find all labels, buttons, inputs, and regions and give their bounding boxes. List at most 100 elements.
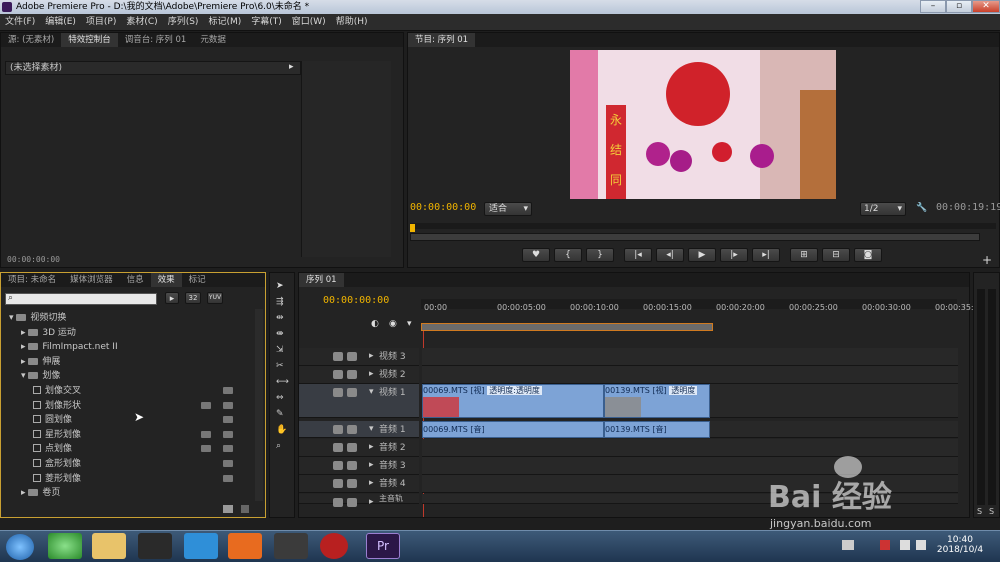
chevron-right-icon[interactable]: ▸ [369,478,374,488]
chevron-right-icon[interactable]: ▸ [369,442,374,452]
track-lane[interactable] [422,366,958,384]
tab-media-browser[interactable]: 媒体浏览器 [63,273,120,287]
tree-scrollbar[interactable] [255,309,263,501]
video-clip-00069[interactable]: 00069.MTS [视] 透明度:透明度 [422,384,604,418]
hand-tool-icon[interactable]: ✋ [276,425,287,435]
speaker-icon[interactable] [333,498,343,507]
speaker-icon[interactable] [333,461,343,470]
video-clip-00139[interactable]: 00139.MTS [视] 透明度 [604,384,710,418]
add-button-icon[interactable]: + [982,253,992,267]
speaker-icon[interactable] [333,443,343,452]
playhead-marker-icon[interactable] [410,224,415,232]
selection-tool-icon[interactable]: ➤ [276,281,284,291]
chevron-down-icon[interactable]: ▾ [21,371,28,381]
tab-metadata[interactable]: 元数据 [193,33,233,47]
tab-effect-controls[interactable]: 特效控制台 [61,33,118,47]
track-lock-icon[interactable] [347,388,357,397]
video-track-header[interactable]: ▸ 视频 3 [299,348,419,366]
menu-clip[interactable]: 素材(C) [121,14,162,31]
chevron-right-icon[interactable]: ▸ [21,357,28,367]
menu-file[interactable]: 文件(F) [0,14,40,31]
menu-help[interactable]: 帮助(H) [331,14,373,31]
tab-markers[interactable]: 标记 [182,273,213,287]
premiere-taskbar-icon[interactable]: Pr [366,533,400,559]
track-lock-icon[interactable] [347,425,357,434]
extract-button[interactable]: ⊟ [822,248,850,262]
trash-icon[interactable] [241,505,249,513]
volume-tray-icon[interactable] [916,540,926,550]
tab-effects[interactable]: 效果 [150,273,182,287]
menu-edit[interactable]: 编辑(E) [40,14,81,31]
play-button[interactable]: ▶ [688,248,716,262]
file-explorer-taskbar-icon[interactable] [92,533,126,559]
rate-stretch-tool-icon[interactable]: ⇲ [276,345,284,355]
audio-track-header[interactable]: ▸ 音频 3 [299,457,419,475]
video-track-header[interactable]: ▸ 视频 2 [299,366,419,384]
firefox-taskbar-icon[interactable] [228,533,262,559]
slide-tool-icon[interactable]: ⇔ [276,393,284,403]
slip-tool-icon[interactable]: ⟷ [276,377,289,387]
chevron-down-icon[interactable]: ▾ [369,387,374,397]
effects-folder[interactable]: ▸ FilmImpact.net II [21,340,118,354]
speaker-icon[interactable] [333,425,343,434]
tab-project[interactable]: 项目: 未命名 [1,273,63,287]
new-bin-icon[interactable] [223,505,233,513]
maximize-button[interactable]: ▫ [946,0,972,13]
track-lock-icon[interactable] [347,352,357,361]
eye-icon[interactable] [333,352,343,361]
audio-track-header[interactable]: ▸ 音频 4 [299,475,419,493]
tab-audio-mixer[interactable]: 调音台: 序列 01 [118,33,194,47]
track-lock-icon[interactable] [347,498,357,507]
resolution-dropdown[interactable]: 1/2 ▾ [860,202,906,216]
zoom-tool-icon[interactable]: ⌕ [276,441,281,451]
mark-in-button[interactable]: { [554,248,582,262]
yuv-effects-button[interactable]: YUV [207,292,223,304]
track-lane[interactable] [422,348,958,366]
audio-clip-00139[interactable]: 00139.MTS [音] [604,421,710,438]
go-to-out-button[interactable]: ▸| [752,248,780,262]
audio-track-header[interactable]: ▸ 音频 2 [299,439,419,457]
audio-clip-00069[interactable]: 00069.MTS [音] [422,421,604,438]
eye-icon[interactable] [333,388,343,397]
video-app-taskbar-icon[interactable] [184,533,218,559]
tab-sequence[interactable]: 序列 01 [299,273,344,287]
zoom-scrollbar[interactable] [410,233,980,241]
effects-search-input[interactable]: ⌕ [5,293,157,305]
effects-item[interactable]: 划像交叉 [33,384,81,398]
add-marker-icon[interactable]: ▾ [407,319,412,329]
tray-app-icon[interactable] [880,540,890,550]
effects-item[interactable]: 圆划像 [33,413,72,427]
wrench-icon[interactable]: 🔧 [916,203,927,213]
chevron-down-icon[interactable]: ▾ [369,424,374,434]
play-triangle-icon[interactable]: ▸ [289,62,294,72]
rolling-edit-tool-icon[interactable]: ⇼ [276,329,284,339]
add-marker-button[interactable]: ♥ [522,248,550,262]
accelerated-effects-icon[interactable]: ▸ [165,292,179,304]
step-forward-button[interactable]: |▸ [720,248,748,262]
chevron-right-icon[interactable]: ▸ [21,488,28,498]
chevron-right-icon[interactable]: ▸ [369,351,374,361]
sequence-marker-icon[interactable]: ◉ [389,319,397,329]
eye-icon[interactable] [333,370,343,379]
effects-folder[interactable]: ▸ 伸展 [21,355,60,369]
chevron-right-icon[interactable]: ▸ [369,497,374,507]
pen-tool-icon[interactable]: ✎ [276,409,284,419]
video-track-header[interactable]: ▾ 视频 1 [299,384,419,418]
menu-title[interactable]: 字幕(T) [246,14,287,31]
track-lock-icon[interactable] [347,443,357,452]
go-to-in-button[interactable]: |◂ [624,248,652,262]
start-button[interactable] [6,534,34,560]
effects-folder[interactable]: ▾ 视频切换 [9,311,66,325]
mark-out-button[interactable]: } [586,248,614,262]
close-button[interactable]: ✕ [972,0,1000,13]
32bit-effects-button[interactable]: 32 [185,292,201,304]
tab-info[interactable]: 信息 [120,273,151,287]
zoom-ruler[interactable] [410,223,996,229]
effects-folder[interactable]: ▾ 划像 [21,369,60,383]
camtasia-taskbar-icon[interactable] [274,533,308,559]
effects-item[interactable]: 菱形划像 [33,472,81,486]
tab-program[interactable]: 节目: 序列 01 [408,33,476,47]
tab-source[interactable]: 源: (无素材) [1,33,61,47]
effects-item[interactable]: 星形划像 [33,428,81,442]
export-frame-button[interactable]: ◙ [854,248,882,262]
